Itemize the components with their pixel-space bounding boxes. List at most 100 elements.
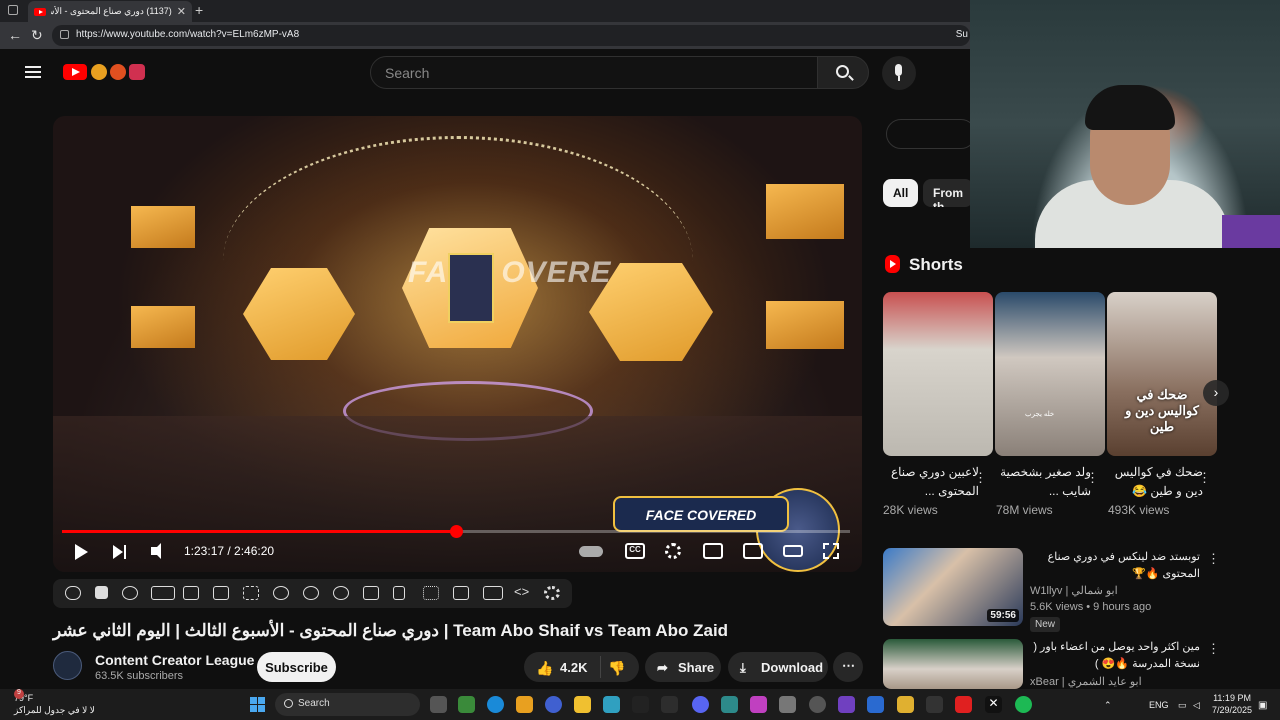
video-thumbnail[interactable]: 59:56: [883, 548, 1023, 626]
app-icon[interactable]: [750, 696, 767, 713]
new-tab-icon[interactable]: +: [195, 2, 203, 18]
chip-from-channel[interactable]: From th: [923, 179, 973, 207]
screenshot-icon[interactable]: [453, 586, 469, 600]
app-icon[interactable]: [779, 696, 796, 713]
theater-mode-icon[interactable]: [783, 545, 803, 557]
more-actions-button[interactable]: ⋯: [833, 652, 863, 682]
download-button[interactable]: ⤓ Download: [728, 652, 828, 682]
broadcast-icon[interactable]: [122, 586, 138, 600]
lines-icon[interactable]: [423, 586, 439, 600]
add-marker-icon[interactable]: [363, 586, 379, 600]
reload-icon[interactable]: ↻: [31, 27, 43, 44]
related-video-channel[interactable]: xBear | ابو عايد الشمري: [1030, 675, 1142, 688]
shorts-next-button[interactable]: ›: [1203, 380, 1229, 406]
video-menu-icon[interactable]: ⋮: [1207, 641, 1220, 657]
video-thumbnail[interactable]: [883, 639, 1023, 689]
watch-icon[interactable]: [151, 586, 175, 600]
app-icon[interactable]: [809, 696, 826, 713]
volume-tray-icon[interactable]: ◁: [1193, 700, 1200, 711]
app-icon[interactable]: [867, 696, 884, 713]
youtube-app-icon[interactable]: [955, 696, 972, 713]
short-thumbnail-2[interactable]: خله يجرب: [995, 292, 1105, 456]
spotify-icon[interactable]: [1015, 696, 1032, 713]
widgets-icon[interactable]: [458, 696, 475, 713]
next-icon[interactable]: [113, 545, 126, 559]
speed-icon[interactable]: [303, 586, 319, 600]
subscribe-button[interactable]: Subscribe: [257, 652, 336, 682]
site-info-icon[interactable]: [60, 30, 69, 39]
weather-text[interactable]: لا لا في جدول للمراكز: [14, 705, 124, 716]
close-tab-icon[interactable]: ✕: [177, 5, 186, 18]
browser-tab-active[interactable]: (1137) دوري صناع المحتوى - الأسبوع ✕: [28, 1, 192, 22]
voice-search-button[interactable]: [882, 56, 916, 90]
short-menu-icon[interactable]: ⋮: [1198, 470, 1211, 486]
discord-icon[interactable]: [692, 696, 709, 713]
edge-icon[interactable]: [487, 696, 504, 713]
network-icon[interactable]: ▭: [1178, 700, 1187, 711]
clock[interactable]: 11:19 PM 7/29/2025: [1212, 692, 1252, 716]
progress-bar[interactable]: [62, 525, 850, 538]
app-icon[interactable]: [603, 696, 620, 713]
short-title[interactable]: ضحك في كواليس دين و طين 😂: [1107, 463, 1203, 501]
clip-icon[interactable]: [183, 586, 199, 600]
short-title[interactable]: لاعبين دوري صناع المحتوى ...: [883, 463, 979, 501]
app-icon[interactable]: [632, 696, 649, 713]
keyboard-icon[interactable]: [483, 586, 503, 600]
volume-icon[interactable]: [151, 543, 161, 559]
short-title[interactable]: ولد صغير بشخصية شايب ...: [995, 463, 1091, 501]
settings-icon[interactable]: [665, 543, 681, 559]
play-icon[interactable]: [75, 544, 88, 560]
start-button[interactable]: [250, 697, 265, 712]
split-icon[interactable]: [393, 586, 405, 600]
language-indicator[interactable]: ENG: [1149, 700, 1169, 710]
video-menu-icon[interactable]: ⋮: [1207, 551, 1220, 567]
notifications-icon[interactable]: ▣: [1258, 700, 1267, 711]
tab-actions-icon[interactable]: [8, 5, 18, 15]
x-icon[interactable]: ✕: [985, 696, 1002, 713]
filter-icon[interactable]: [333, 586, 349, 600]
like-icon[interactable]: 👍: [536, 660, 553, 677]
task-view-icon[interactable]: [430, 696, 447, 713]
search-button[interactable]: [817, 56, 869, 89]
tray-overflow-icon[interactable]: ⌃: [1104, 700, 1112, 711]
crop-icon[interactable]: [243, 586, 259, 600]
related-video-channel[interactable]: W1llyv | ابو شمالي: [1030, 584, 1118, 597]
sidebar-filter-box[interactable]: [886, 119, 976, 149]
share-button[interactable]: ➦ Share: [645, 652, 721, 682]
chip-all[interactable]: All: [883, 179, 919, 207]
pip-icon[interactable]: [743, 543, 763, 559]
short-thumbnail-1[interactable]: [883, 292, 993, 456]
video-player[interactable]: FACE OVERE FACE COVERED 1:23:17 / 2:46:2…: [53, 116, 862, 572]
fullscreen-icon[interactable]: [823, 543, 839, 559]
app-icon[interactable]: [545, 696, 562, 713]
menu-icon[interactable]: [25, 66, 41, 78]
app-icon[interactable]: [721, 696, 738, 713]
gear-icon[interactable]: [544, 586, 560, 600]
youtube-logo[interactable]: [63, 64, 87, 80]
no-ads-icon[interactable]: [273, 586, 289, 600]
scrubber-handle[interactable]: [450, 525, 463, 538]
autoplay-toggle[interactable]: [579, 546, 603, 557]
search-input[interactable]: Search: [370, 56, 818, 89]
taskbar-search[interactable]: Search: [275, 693, 420, 716]
miniplayer-icon[interactable]: [703, 543, 723, 559]
short-menu-icon[interactable]: ⋮: [974, 470, 987, 486]
related-video-title[interactable]: توبستد ضد لينكس في دوري صناع المحتوى 🔥🏆: [1030, 549, 1200, 583]
related-video-title[interactable]: مين اكثر واحد يوصل من اعضاء باور ( نسخة …: [1030, 639, 1200, 673]
url-field[interactable]: https://www.youtube.com/watch?v=ELm6zMP-…: [52, 25, 970, 46]
captions-icon[interactable]: CC: [625, 543, 645, 559]
app-icon[interactable]: [661, 696, 678, 713]
back-arrow-icon[interactable]: ←: [8, 27, 22, 43]
code-icon[interactable]: <>: [514, 584, 530, 599]
channel-avatar[interactable]: [53, 651, 82, 680]
short-menu-icon[interactable]: ⋮: [1086, 470, 1099, 486]
channel-name[interactable]: Content Creator League: [95, 652, 254, 668]
dislike-icon[interactable]: 👎: [608, 660, 625, 677]
capcut-icon[interactable]: [926, 696, 943, 713]
short-thumbnail-3[interactable]: ضحك في كواليس دين و طين: [1107, 292, 1217, 456]
stop-icon[interactable]: [95, 586, 108, 599]
like-count[interactable]: 4.2K: [560, 660, 587, 675]
app-icon[interactable]: [897, 696, 914, 713]
file-explorer-icon[interactable]: [574, 696, 591, 713]
loop-icon[interactable]: [65, 586, 81, 600]
